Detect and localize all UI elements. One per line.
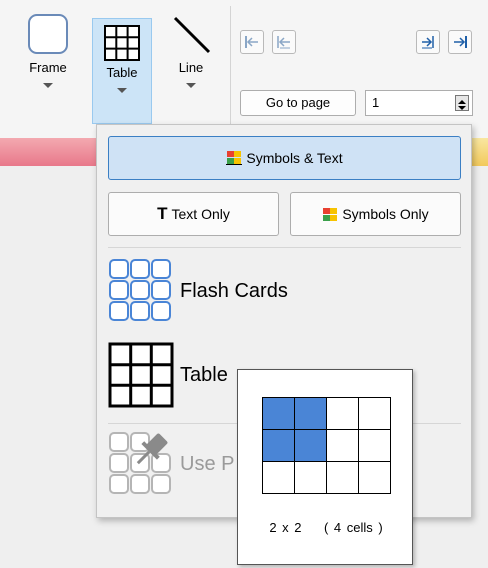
grid-cell[interactable]	[327, 430, 359, 462]
table-item[interactable]: Table	[108, 342, 228, 408]
text-t-icon: T	[157, 204, 168, 223]
line-button[interactable]: Line	[165, 12, 217, 88]
last-page-icon	[454, 36, 467, 48]
chevron-down-icon[interactable]	[43, 83, 53, 88]
text-only-label: Text Only	[171, 206, 230, 222]
use-pin-item: Use P	[108, 431, 234, 497]
table-size-cell-count: ( 4 cells )	[323, 520, 383, 535]
next-page-icon	[422, 36, 434, 49]
table-size-dimensions: 2 x 2	[269, 520, 302, 535]
grid-cell[interactable]	[359, 398, 391, 430]
line-icon	[173, 16, 211, 54]
grid-cell[interactable]	[295, 398, 327, 430]
first-page-button[interactable]	[240, 30, 264, 54]
table-grid-icon	[104, 25, 140, 61]
symbols-only-button[interactable]: Symbols Only	[290, 192, 461, 236]
previous-page-icon	[277, 36, 290, 49]
spin-arrows-icon[interactable]	[455, 95, 469, 111]
grid-cell[interactable]	[327, 398, 359, 430]
table-grid-icon	[108, 342, 174, 408]
flash-cards-item[interactable]: Flash Cards	[108, 258, 288, 324]
symbols-icon	[323, 207, 338, 221]
table-label: Table	[106, 65, 138, 80]
frame-button[interactable]: Frame	[20, 12, 76, 88]
last-page-button[interactable]	[448, 30, 472, 54]
frame-icon	[28, 14, 68, 54]
table-button[interactable]: Table	[92, 18, 152, 124]
divider	[108, 247, 461, 248]
frame-label: Frame	[29, 60, 67, 75]
next-page-button[interactable]	[416, 30, 440, 54]
symbols-only-label: Symbols Only	[342, 206, 429, 222]
divider	[230, 6, 231, 124]
flash-cards-label: Flash Cards	[180, 279, 288, 302]
chevron-down-icon[interactable]	[186, 83, 196, 88]
pin-grid-icon	[109, 432, 171, 494]
grid-cell[interactable]	[359, 462, 391, 494]
symbols-and-text-label: Symbols & Text	[246, 150, 343, 166]
chevron-down-icon[interactable]	[117, 88, 127, 93]
go-to-page-button[interactable]: Go to page	[240, 90, 356, 116]
grid-cell[interactable]	[263, 398, 295, 430]
ribbon: Frame Table Line Go to page 1	[0, 0, 488, 138]
page-number-stepper[interactable]: 1	[365, 90, 473, 116]
table-size-label: 2 x 2 ( 4 cells )	[238, 520, 414, 535]
symbols-icon	[226, 151, 243, 165]
previous-page-button[interactable]	[272, 30, 296, 54]
grid-cell[interactable]	[327, 462, 359, 494]
line-label: Line	[178, 60, 204, 75]
grid-cell[interactable]	[295, 430, 327, 462]
symbols-and-text-button[interactable]: Symbols & Text	[108, 136, 461, 180]
table-size-picker: 2 x 2 ( 4 cells )	[237, 369, 413, 565]
grid-cell[interactable]	[295, 462, 327, 494]
grid-cell[interactable]	[263, 462, 295, 494]
text-only-button[interactable]: T Text Only	[108, 192, 279, 236]
use-pin-label: Use P	[180, 452, 235, 475]
table-size-grid[interactable]	[262, 397, 391, 494]
grid-cell[interactable]	[263, 430, 295, 462]
flash-cards-icon	[109, 259, 171, 321]
grid-cell[interactable]	[359, 430, 391, 462]
first-page-icon	[245, 36, 258, 48]
page-number-value: 1	[372, 95, 380, 110]
table-item-label: Table	[180, 363, 228, 386]
